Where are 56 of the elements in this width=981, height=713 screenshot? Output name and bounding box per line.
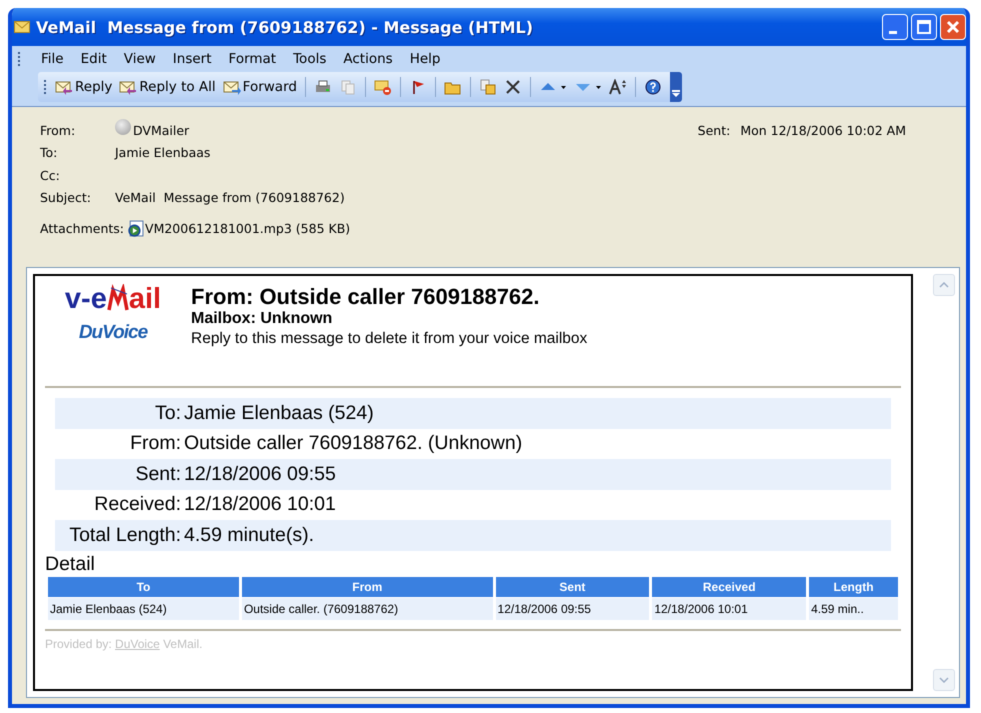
detail-value: 4.59 minute(s). xyxy=(184,524,314,547)
table-cell: 4.59 min.. xyxy=(809,598,898,620)
subject-text: VeMail Message from (7609188762) xyxy=(115,190,345,206)
column-header: To xyxy=(48,576,239,596)
maximize-button[interactable] xyxy=(911,14,937,40)
column-header: Length xyxy=(809,576,898,596)
detail-value: Jamie Elenbaas (524) xyxy=(184,402,374,425)
menu-item[interactable]: Tools xyxy=(293,51,326,67)
detail-value: 12/18/2006 09:55 xyxy=(184,462,336,486)
table-cell: Outside caller. (7609188762) xyxy=(242,598,493,620)
menu-item[interactable]: View xyxy=(124,51,156,67)
table-cell: Jamie Elenbaas (524) xyxy=(48,598,239,620)
maximize-icon xyxy=(914,17,934,37)
contact-status-icon xyxy=(115,119,131,136)
footer-text: VeMail. xyxy=(163,636,202,650)
attachment-link[interactable]: VM200612181001.mp3 (585 KB) xyxy=(145,220,350,236)
column-header: Sent xyxy=(496,576,650,596)
mailbox-text: Mailbox: Unknown xyxy=(191,310,334,328)
table-cell: 12/18/2006 10:01 xyxy=(652,598,806,620)
font-icon[interactable] xyxy=(606,77,629,97)
detail-value: Outside caller 7609188762. (Unknown) xyxy=(184,432,522,456)
field-label: Attachments: xyxy=(40,220,124,236)
field-label: Cc: xyxy=(40,168,61,183)
field-label: To: xyxy=(40,145,58,160)
toolbar-options-icon[interactable] xyxy=(670,72,682,102)
recipient-name: Jamie Elenbaas xyxy=(115,145,210,160)
window-title: VeMail Message from (7609188762) - Message (HTML) xyxy=(36,18,534,36)
footer-text: Provided by: xyxy=(45,636,112,650)
sender-name: DVMailer xyxy=(133,122,190,138)
menu-item[interactable]: File xyxy=(41,51,64,67)
menu-item[interactable]: Format xyxy=(228,51,276,67)
menu-item[interactable]: Actions xyxy=(343,51,393,67)
field-label: From: xyxy=(40,122,76,138)
forward-button[interactable]: Forward xyxy=(220,77,299,97)
menu-item[interactable]: Help xyxy=(410,51,440,67)
menu-item[interactable]: Edit xyxy=(80,51,107,67)
column-header: From xyxy=(242,576,493,596)
reply-button[interactable]: Reply xyxy=(53,77,114,97)
vemail-logo: v-e ail xyxy=(64,284,162,314)
column-header: Received xyxy=(652,576,806,596)
duvoice-logo: DuVoice xyxy=(78,322,148,344)
message-title: From: Outside caller 7609188762. xyxy=(191,284,541,310)
section-heading: Detail xyxy=(45,552,96,576)
close-button[interactable] xyxy=(940,14,966,40)
sent-date: Mon 12/18/2006 10:02 AM xyxy=(740,122,906,138)
reply-all-button[interactable]: Reply to All xyxy=(117,77,218,97)
minimize-icon xyxy=(889,30,897,34)
table-cell: 12/18/2006 09:55 xyxy=(496,598,650,620)
menu-item[interactable]: Insert xyxy=(172,51,212,67)
envelope-icon xyxy=(14,21,30,33)
field-label: Sent: xyxy=(698,122,730,138)
instruction-text: Reply to this message to delete it from your voice mailbox xyxy=(191,330,588,348)
detail-value: 12/18/2006 10:01 xyxy=(184,493,336,516)
audio-file-icon xyxy=(127,220,144,237)
field-label: Subject: xyxy=(40,190,92,206)
minimize-button[interactable] xyxy=(882,14,908,40)
